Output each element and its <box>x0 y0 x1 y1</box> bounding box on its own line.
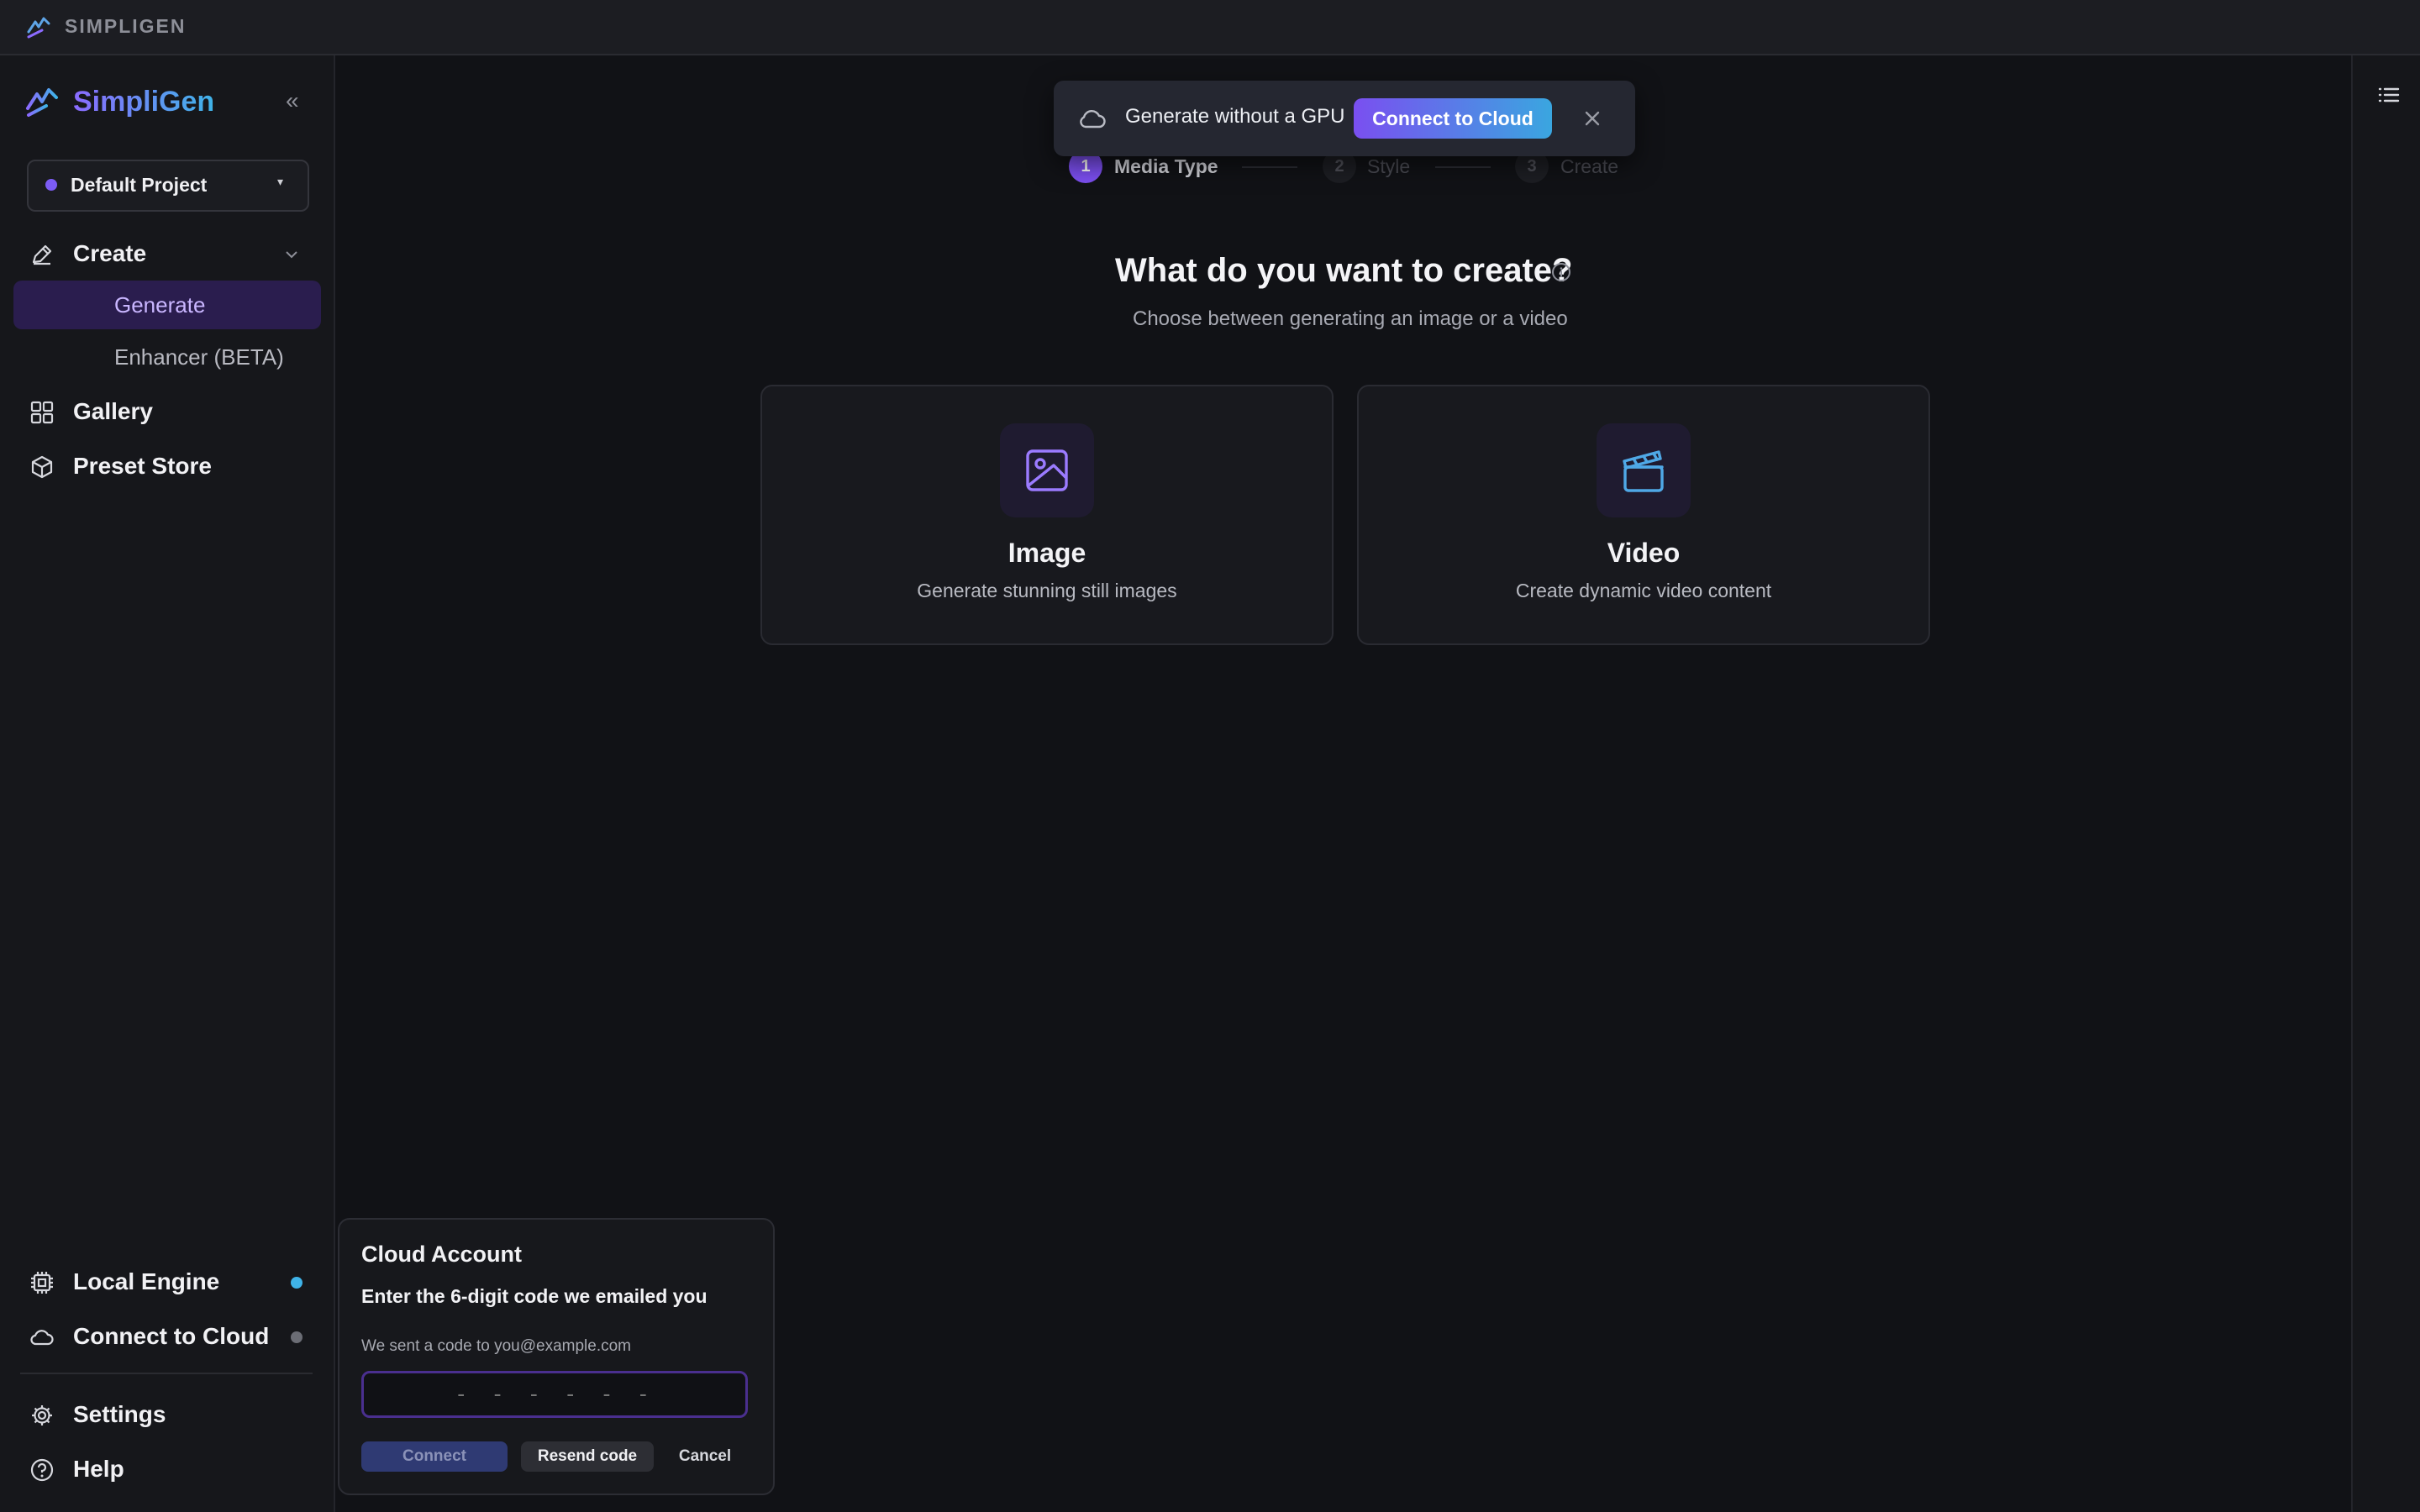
connect-to-cloud-button[interactable]: Connect to Cloud <box>1354 98 1552 139</box>
sidebar-item-help[interactable]: Help <box>0 1446 334 1493</box>
local-engine-status-dot <box>291 1277 302 1289</box>
cloud-icon <box>1080 110 1106 129</box>
sidebar-item-label: Help <box>73 1456 124 1482</box>
cloud-status-dot <box>291 1331 302 1343</box>
connect-button[interactable]: Connect <box>361 1441 508 1472</box>
popover-prompt: Enter the 6-digit code we emailed you <box>361 1285 708 1307</box>
sidebar-divider <box>20 1373 313 1374</box>
right-rail <box>2351 55 2420 1512</box>
chevron-down-icon: ▾ <box>277 175 284 188</box>
card-title: Image <box>1007 538 1086 568</box>
resend-code-button[interactable]: Resend code <box>521 1441 654 1472</box>
popover-title: Cloud Account <box>361 1242 522 1267</box>
sidebar-item-local-engine[interactable]: Local Engine <box>0 1258 334 1305</box>
step-connector <box>1435 166 1491 168</box>
sidebar-item-label: Connect to Cloud <box>73 1323 270 1349</box>
project-name: Default Project <box>71 174 208 196</box>
help-circle-icon <box>30 1458 54 1482</box>
sidebar-item-label: Create <box>73 240 147 266</box>
app-logo-icon <box>27 17 50 39</box>
video-tile <box>1597 423 1691 517</box>
pencil-icon <box>32 244 52 265</box>
page-title: What do you want to create? <box>1115 252 1573 289</box>
step-2-label: Style <box>1367 155 1411 177</box>
step-connector <box>1242 166 1297 168</box>
cloud-account-popover: Cloud Account Enter the 6-digit code we … <box>338 1218 775 1495</box>
sidebar-item-label: Settings <box>73 1401 166 1427</box>
sidebar-item-gallery[interactable]: Gallery <box>0 388 334 435</box>
card-description: Create dynamic video content <box>1515 580 1772 601</box>
step-3-label: Create <box>1560 155 1619 177</box>
code-sent-message: We sent a code to you@example.com <box>361 1337 631 1355</box>
sidebar-item-label: Generate <box>114 292 206 318</box>
sidebar-item-connect-cloud[interactable]: Connect to Cloud <box>0 1313 334 1360</box>
image-icon <box>1026 449 1068 491</box>
card-description: Generate stunning still images <box>917 580 1177 601</box>
clapperboard-icon <box>1623 450 1664 492</box>
sidebar-item-preset-store[interactable]: Preset Store <box>0 443 334 490</box>
close-icon[interactable] <box>1576 102 1608 134</box>
title-bar: SIMPLIGEN <box>0 0 2420 55</box>
banner-message: Generate without a GPU <box>1125 105 1345 128</box>
list-icon[interactable] <box>2376 82 2402 108</box>
verification-code-input[interactable] <box>361 1371 748 1418</box>
info-icon[interactable] <box>1550 261 1572 283</box>
card-title: Video <box>1607 538 1681 568</box>
brand-name: SimpliGen <box>73 86 215 118</box>
project-selector[interactable]: Default Project ▾ <box>27 160 309 212</box>
chip-icon <box>31 1272 53 1294</box>
sidebar-item-enhancer[interactable]: Enhancer (BETA) <box>13 333 321 381</box>
sidebar: SimpliGen « Default Project ▾ Create Gen… <box>0 55 335 1512</box>
sidebar-item-label: Preset Store <box>73 453 212 479</box>
video-card[interactable]: Video Create dynamic video content <box>1357 385 1930 645</box>
project-color-dot <box>45 179 57 191</box>
sidebar-item-settings[interactable]: Settings <box>0 1391 334 1438</box>
cloud-banner: Generate without a GPU Connect to Cloud <box>1054 81 1635 156</box>
app-title: SIMPLIGEN <box>65 15 187 37</box>
sidebar-item-label: Enhancer (BETA) <box>114 344 284 370</box>
cube-icon <box>31 455 53 479</box>
sidebar-item-generate[interactable]: Generate <box>13 281 321 329</box>
image-card[interactable]: Image Generate stunning still images <box>760 385 1334 645</box>
sidebar-item-label: Local Engine <box>73 1268 220 1294</box>
chevron-down-icon <box>286 251 297 259</box>
cancel-button[interactable]: Cancel <box>667 1441 743 1472</box>
sidebar-item-create[interactable]: Create <box>0 230 334 277</box>
image-tile <box>1000 423 1094 517</box>
cloud-icon <box>30 1330 54 1346</box>
sidebar-item-label: Gallery <box>73 398 153 424</box>
gear-icon <box>32 1405 52 1425</box>
step-1-label: Media Type <box>1114 155 1218 177</box>
collapse-sidebar-button[interactable]: « <box>286 87 299 114</box>
page-subtitle: Choose between generating an image or a … <box>1133 307 1568 330</box>
brand-logo-icon <box>26 88 58 117</box>
grid-icon <box>30 401 54 424</box>
